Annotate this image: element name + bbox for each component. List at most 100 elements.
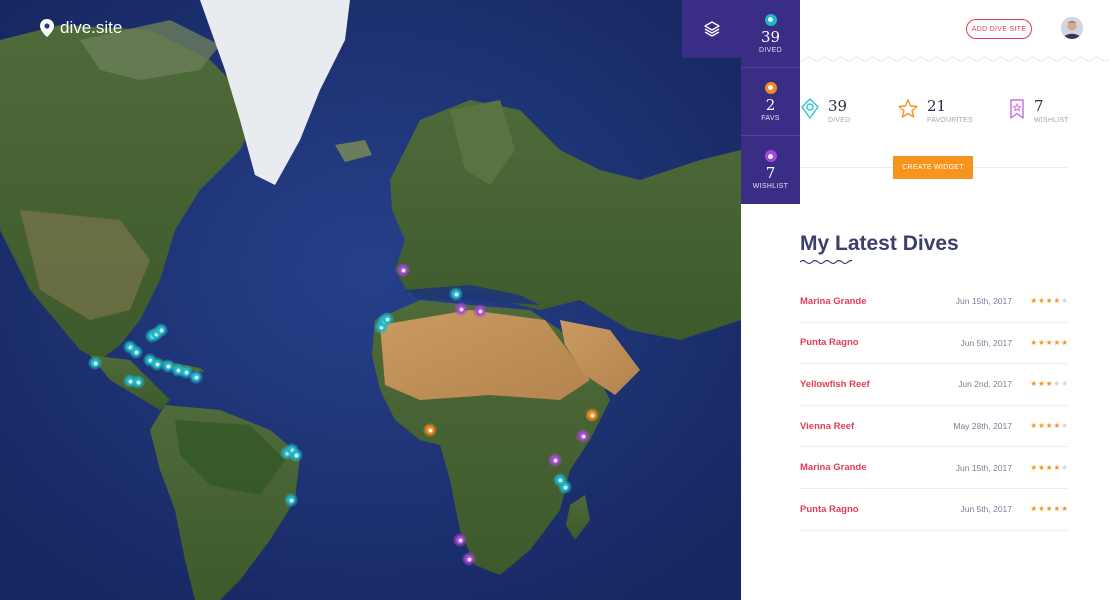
add-dive-site-button[interactable]: Add dive site (966, 19, 1032, 39)
map-marker-dived[interactable] (181, 367, 191, 377)
rating-star-icon: ★ (1061, 296, 1068, 306)
dive-rating: ★ ★ ★ ★ ★ (1030, 297, 1068, 305)
star-icon (898, 99, 918, 118)
map-marker-dived[interactable] (156, 325, 166, 335)
dive-date: Jun 15th, 2017 (955, 462, 1012, 473)
dived-dot-icon (764, 13, 777, 26)
dive-date: Jun 5th, 2017 (960, 504, 1012, 515)
dive-row[interactable]: Marina Grande Jun 15th, 2017 ★ ★ ★ ★ ★ (800, 447, 1068, 489)
dive-name[interactable]: Marina Grande (800, 462, 867, 473)
dive-date: May 28th, 2017 (953, 421, 1012, 432)
user-avatar-icon (1061, 17, 1083, 39)
strip-value: 7 (765, 164, 776, 182)
dive-name[interactable]: Yellowfish Reef (800, 379, 870, 390)
strip-wishlist[interactable]: 7 Wishlist (741, 136, 800, 204)
rating-star-icon: ★ (1045, 421, 1053, 431)
stat-value: 7 (1034, 97, 1044, 115)
dive-name[interactable]: Vienna Reef (800, 421, 854, 432)
rating-star-icon: ★ (1030, 296, 1038, 306)
rating-star-icon: ★ (1045, 379, 1053, 389)
rating-star-icon: ★ (1061, 504, 1068, 514)
map-marker-dived[interactable] (286, 495, 296, 505)
strip-label: Favs (761, 114, 780, 122)
dive-rating: ★ ★ ★ ★ ★ (1030, 462, 1068, 472)
rating-star-icon: ★ (1030, 462, 1038, 472)
profile-panel: Add dive site 39 Dived 21 (741, 0, 1110, 600)
strip-value: 2 (765, 95, 776, 114)
layers-button[interactable] (682, 0, 741, 58)
map-marker-dived[interactable] (191, 372, 201, 382)
dive-rating: ★ ★ ★ ★ ★ (1030, 505, 1068, 513)
dive-name[interactable]: Marina Grande (800, 296, 867, 307)
rating-star-icon: ★ (1030, 504, 1038, 514)
create-widget-button[interactable]: Create widget (893, 156, 973, 179)
rating-star-icon: ★ (1053, 337, 1061, 347)
dive-rating: ★ ★ ★ ★ ★ (1030, 422, 1068, 430)
rating-star-icon: ★ (1030, 337, 1038, 347)
rating-star-icon: ★ (1061, 379, 1068, 389)
layers-icon (703, 21, 720, 37)
strip-label: Wishlist (752, 183, 789, 190)
stat-dived[interactable]: 39 Dived (800, 98, 850, 124)
bookmark-star-icon (1010, 99, 1024, 119)
strip-dived[interactable]: 39 Dived (741, 0, 800, 68)
avatar[interactable] (1061, 17, 1083, 39)
rating-star-icon: ★ (1061, 462, 1068, 472)
rating-star-icon: ★ (1045, 462, 1053, 472)
map-marker-wish[interactable] (456, 304, 466, 314)
section-title: My Latest Dives (800, 232, 959, 255)
brand-name: dive.site (60, 18, 123, 37)
rating-star-icon: ★ (1045, 504, 1053, 514)
rating-star-icon: ★ (1038, 379, 1045, 389)
rating-star-icon: ★ (1053, 462, 1061, 472)
rating-star-icon: ★ (1061, 421, 1068, 431)
dive-row[interactable]: Punta Ragno Jun 5th, 2017 ★ ★ ★ ★ ★ (800, 489, 1068, 531)
map-marker-dived[interactable] (90, 358, 100, 368)
rating-star-icon: ★ (1045, 337, 1053, 347)
stat-label: Dived (828, 117, 851, 124)
map-marker-dived[interactable] (382, 314, 392, 324)
strip-favs[interactable]: 2 Favs (741, 68, 800, 136)
dive-date: Jun 15th, 2017 (955, 296, 1012, 307)
map-marker-wish[interactable] (455, 535, 465, 545)
rating-star-icon: ★ (1038, 337, 1045, 347)
brand-logo[interactable]: dive.site (40, 18, 122, 38)
map-marker-dived[interactable] (291, 450, 301, 460)
strip-label: Dived (759, 46, 782, 54)
dive-row[interactable]: Vienna Reef May 28th, 2017 ★ ★ ★ ★ ★ (800, 406, 1068, 448)
map-marker-dived[interactable] (560, 482, 570, 492)
rating-star-icon: ★ (1038, 504, 1045, 514)
rating-star-icon: ★ (1030, 379, 1038, 389)
map-marker-wish[interactable] (578, 431, 588, 441)
map-marker-wish[interactable] (464, 554, 474, 564)
map-marker-wish[interactable] (398, 265, 408, 275)
rating-star-icon: ★ (1038, 421, 1045, 431)
stats-strip: 39 Dived 2 Favs 7 Wishlist (741, 0, 800, 204)
map-marker-dived[interactable] (131, 347, 141, 357)
stat-wishlist[interactable]: 7 Wishlist (1008, 98, 1069, 124)
map-marker-fav[interactable] (587, 410, 597, 420)
dive-name[interactable]: Punta Ragno (800, 504, 859, 515)
world-map[interactable]: dive.site (0, 0, 741, 600)
map-marker-dived[interactable] (163, 361, 173, 371)
map-marker-fav[interactable] (425, 425, 435, 435)
dive-name[interactable]: Punta Ragno (800, 337, 859, 348)
map-marker-wish[interactable] (550, 455, 560, 465)
rating-star-icon: ★ (1045, 296, 1053, 306)
map-marker-dived[interactable] (125, 376, 135, 386)
stat-favourites[interactable]: 21 Favourites (897, 98, 973, 124)
dive-row[interactable]: Yellowfish Reef Jun 2nd, 2017 ★ ★ ★ ★ ★ (800, 364, 1068, 406)
stat-value: 39 (828, 97, 848, 115)
dive-rating: ★ ★ ★ ★ ★ (1030, 337, 1068, 347)
map-marker-dived[interactable] (133, 377, 143, 387)
stat-label: Wishlist (1034, 117, 1069, 124)
rating-star-icon: ★ (1038, 462, 1045, 472)
latest-dives-list: Marina Grande Jun 15th, 2017 ★ ★ ★ ★ ★ Punta Ra… (800, 281, 1068, 531)
map-marker-wish[interactable] (475, 306, 485, 316)
dive-row[interactable]: Punta Ragno Jun 5th, 2017 ★ ★ ★ ★ ★ (800, 323, 1068, 365)
map-marker-dived[interactable] (451, 289, 461, 299)
dive-row[interactable]: Marina Grande Jun 15th, 2017 ★ ★ ★ ★ ★ (800, 281, 1068, 323)
map-marker-dived[interactable] (152, 359, 162, 369)
rating-star-icon: ★ (1038, 296, 1045, 306)
favs-dot-icon (764, 81, 777, 94)
